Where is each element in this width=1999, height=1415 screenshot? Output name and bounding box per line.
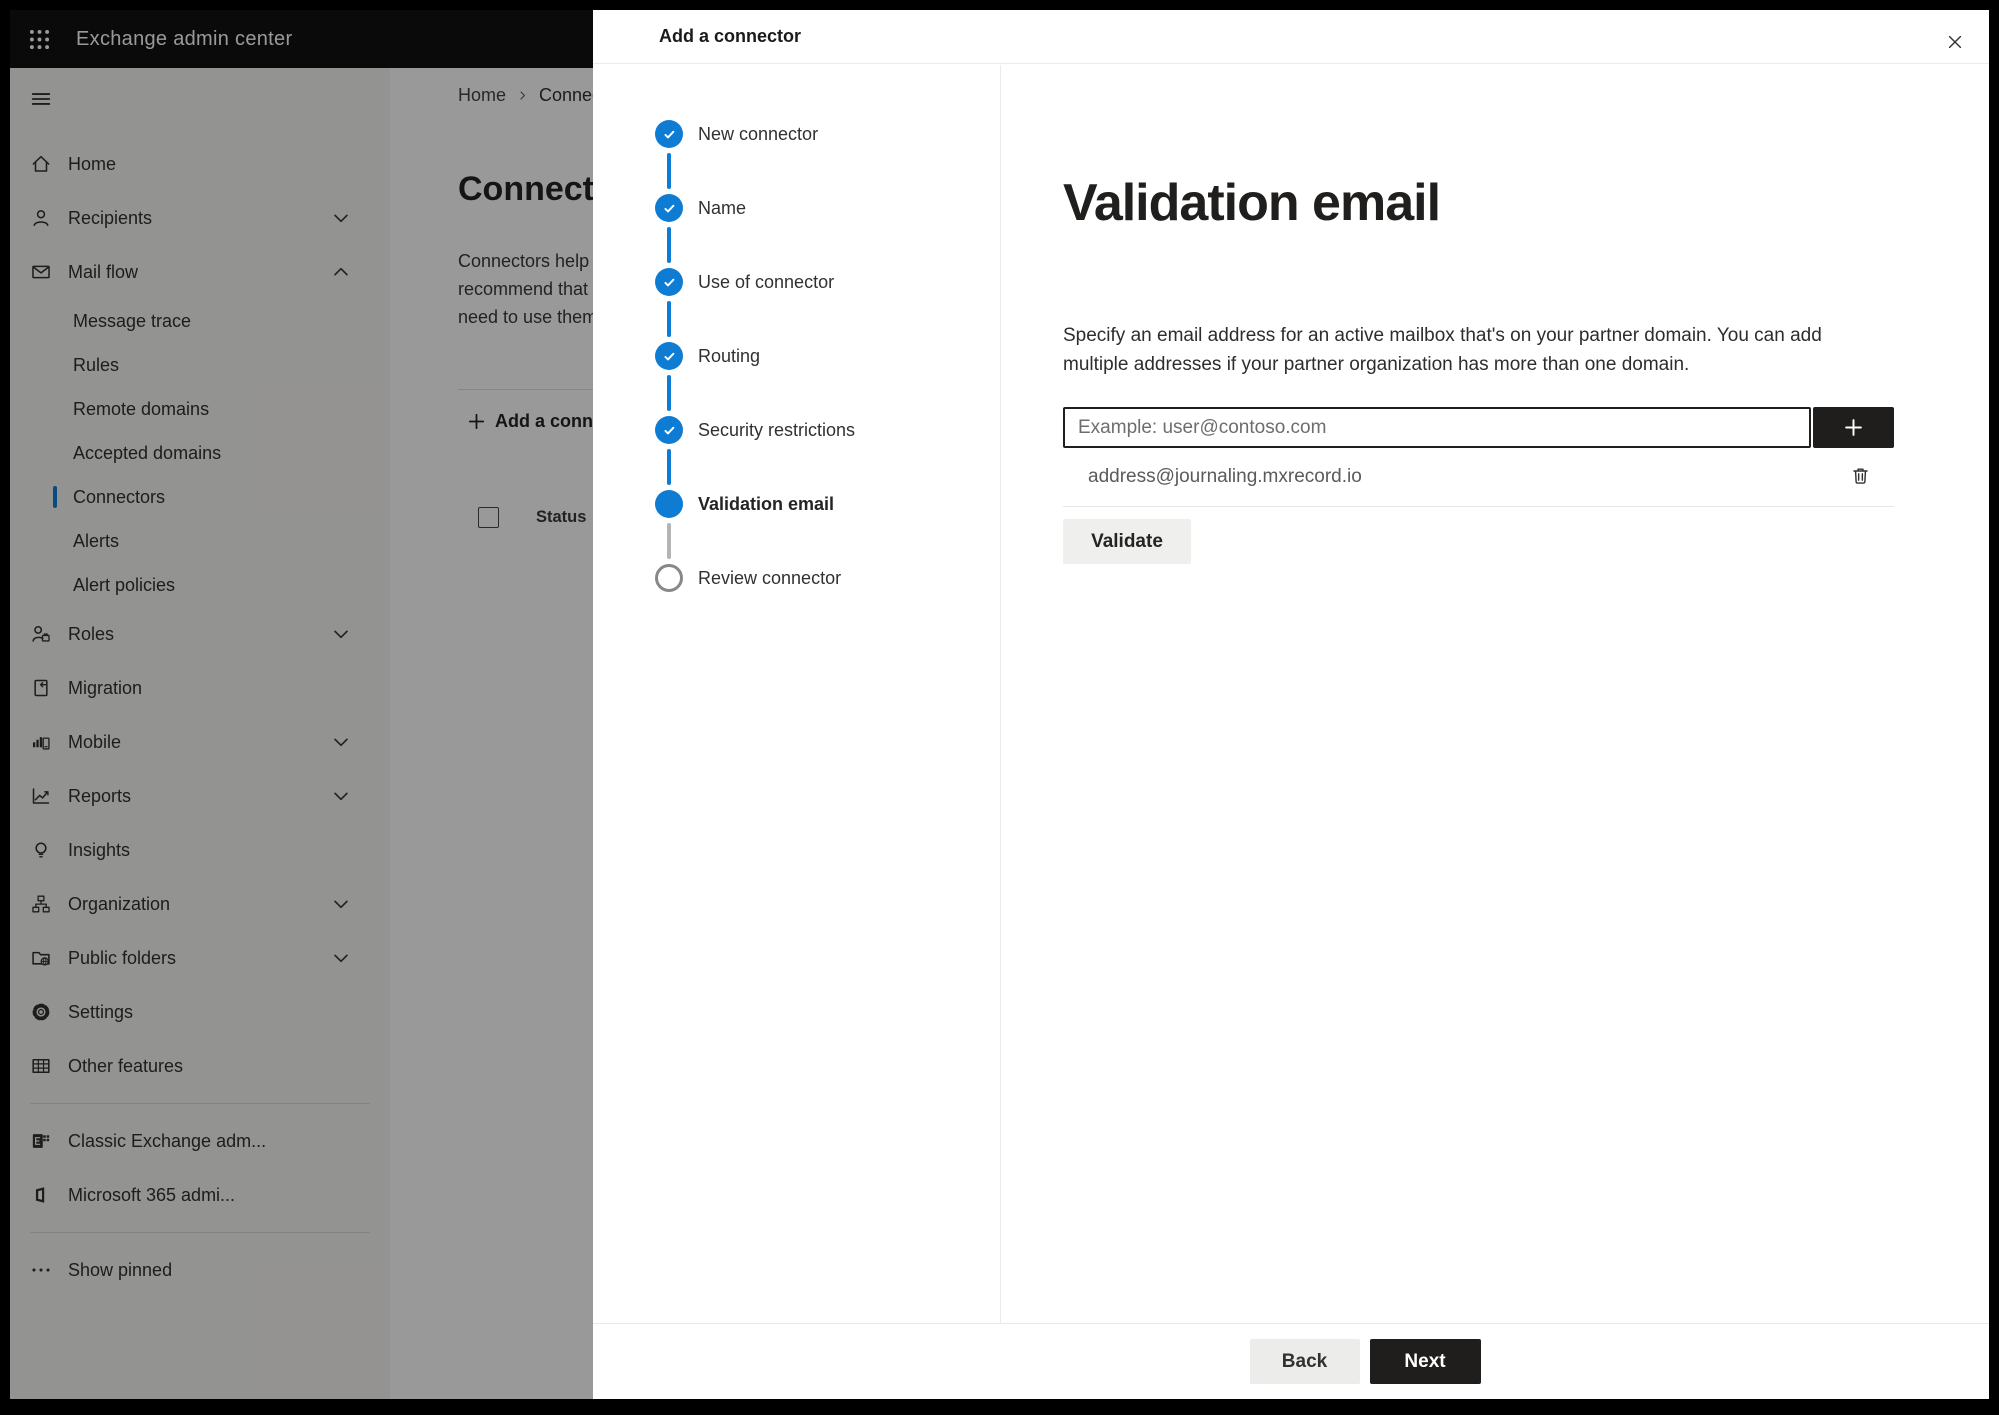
check-icon <box>662 275 677 290</box>
check-icon <box>662 423 677 438</box>
step-complete-check-icon <box>655 342 683 370</box>
step-complete-check-icon <box>655 194 683 222</box>
wizard-step-validation-email: Validation email <box>593 467 1000 559</box>
step-upcoming-icon <box>655 564 683 592</box>
email-input-row <box>1063 407 1989 448</box>
check-icon <box>662 127 677 142</box>
delete-address-button[interactable] <box>1849 464 1872 490</box>
screen: Exchange admin center Home Recipients Mail… <box>10 10 1989 1399</box>
close-button[interactable] <box>1939 26 1971 58</box>
trash-icon <box>1849 464 1872 487</box>
pane-description: Specify an email address for an active m… <box>1063 325 1822 375</box>
wizard-steps: New connector Name Use of connector Routing… <box>593 65 1001 1323</box>
step-complete-check-icon <box>655 268 683 296</box>
panel-body: New connector Name Use of connector Routing… <box>593 65 1989 1323</box>
close-icon <box>1945 32 1965 52</box>
wizard-step-routing: Routing <box>593 319 1000 411</box>
wizard-step-security-restrictions: Security restrictions <box>593 393 1000 485</box>
panel-header: Add a connector <box>593 10 1989 64</box>
next-button[interactable]: Next <box>1369 1339 1481 1384</box>
footer-buttons: Back Next <box>1249 1339 1481 1384</box>
plus-icon <box>1842 416 1865 439</box>
validation-email-pane: Validation email Specify an email addres… <box>1001 65 1989 1323</box>
add-connector-panel: Add a connector New connector Name Use of … <box>593 10 1989 1399</box>
wizard-step-name: Name <box>593 171 1000 263</box>
wizard-step-new-connector: New connector <box>593 97 1000 189</box>
address-row: address@journaling.mxrecord.io <box>1063 448 1894 507</box>
pane-heading: Validation email <box>1063 174 1441 232</box>
panel-title: Add a connector <box>659 26 802 46</box>
step-current-icon <box>655 490 683 518</box>
back-button[interactable]: Back <box>1249 1339 1360 1384</box>
step-complete-check-icon <box>655 416 683 444</box>
wizard-step-use-of-connector: Use of connector <box>593 245 1000 337</box>
add-email-button[interactable] <box>1813 407 1894 448</box>
email-address-input[interactable] <box>1063 407 1811 448</box>
step-complete-check-icon <box>655 120 683 148</box>
modal-overlay <box>10 10 593 1399</box>
validate-button[interactable]: Validate <box>1063 519 1191 564</box>
check-icon <box>662 349 677 364</box>
wizard-step-review-connector: Review connector <box>593 541 1000 615</box>
check-icon <box>662 201 677 216</box>
panel-footer: Back Next <box>593 1323 1989 1399</box>
